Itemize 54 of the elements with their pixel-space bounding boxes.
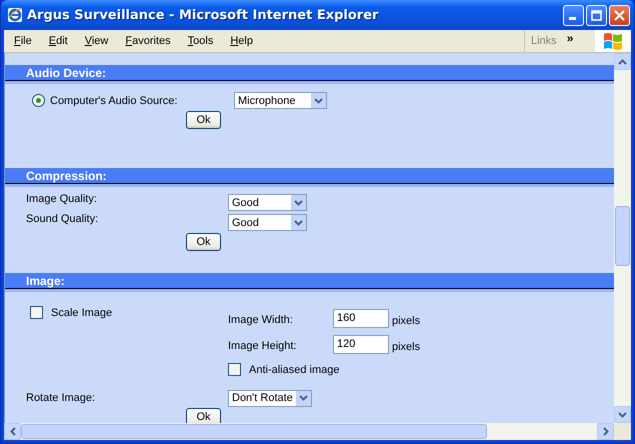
dropdown[interactable]: Good — [228, 194, 307, 211]
input-field[interactable]: 120 — [333, 334, 389, 354]
vertical-scrollbar[interactable] — [614, 53, 631, 423]
checkbox[interactable] — [30, 306, 43, 319]
chevron[interactable]: » — [566, 31, 574, 45]
menu-item[interactable]: File — [4, 35, 38, 47]
ok-button[interactable]: Ok — [186, 233, 221, 251]
menu-item[interactable]: Favorites — [119, 35, 177, 47]
menu-item[interactable]: View — [78, 35, 114, 47]
caret-left-icon — [10, 427, 16, 436]
scroll-down-button[interactable] — [614, 406, 631, 423]
maximize-button[interactable] — [586, 4, 607, 26]
field-label: Sound Quality: — [26, 213, 100, 225]
horizontal-scrollbar[interactable] — [4, 423, 631, 440]
caret-up-icon — [618, 58, 627, 64]
checkbox[interactable] — [228, 363, 241, 376]
minimize-button[interactable] — [563, 4, 584, 26]
windows-logo-icon — [602, 31, 624, 51]
section-header: Audio Device: — [5, 65, 614, 81]
ok-button[interactable]: Ok — [186, 408, 221, 423]
scroll-left-button[interactable] — [4, 423, 21, 440]
minimize-icon — [568, 16, 576, 20]
close-button[interactable] — [609, 4, 630, 26]
field-label: Image Quality: — [26, 193, 98, 205]
scroll-thumb[interactable] — [615, 206, 630, 266]
dropdown[interactable]: Don't Rotate — [228, 390, 312, 406]
field-label: Image Width: — [228, 314, 294, 326]
maximize-icon — [591, 10, 602, 20]
field-label: Image Height: — [228, 340, 298, 352]
ok-button[interactable]: Ok — [186, 111, 221, 129]
scroll-up-button[interactable] — [614, 53, 631, 70]
unit-label: pixels — [392, 340, 422, 352]
input-field[interactable]: 160 — [333, 308, 389, 328]
field-label: Rotate Image: — [26, 392, 96, 404]
checkbox-label: Scale Image — [51, 306, 112, 318]
dropdown[interactable]: Microphone — [234, 92, 327, 109]
scroll-right-button[interactable] — [597, 423, 614, 440]
radio-button[interactable] — [32, 94, 45, 107]
scroll-thumb[interactable] — [21, 424, 487, 439]
scrollbar-corner — [614, 423, 631, 440]
menu-item[interactable]: Edit — [42, 35, 74, 47]
window-title: Argus Surveillance - Microsoft Internet Explorer — [27, 8, 378, 22]
checkbox-label: Anti-aliased image — [249, 364, 340, 376]
close-icon — [614, 10, 625, 20]
field-label: Computer's Audio Source: — [50, 94, 178, 106]
menu-item[interactable]: Help — [224, 35, 259, 47]
section-header: Compression: — [5, 168, 614, 184]
browser-icon — [7, 7, 23, 23]
menu-item[interactable]: Tools — [182, 35, 220, 47]
dropdown[interactable]: Good — [228, 214, 307, 231]
caret-down-icon — [618, 412, 627, 418]
section-header: Image: — [5, 273, 614, 289]
caret-right-icon — [602, 427, 608, 436]
unit-label: pixels — [392, 314, 422, 326]
